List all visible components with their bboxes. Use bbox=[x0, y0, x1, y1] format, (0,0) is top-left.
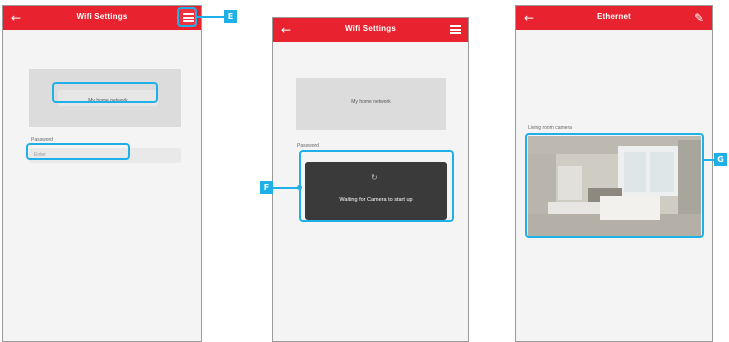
header-title: Wifi Settings bbox=[76, 12, 128, 21]
callout-box-e-field bbox=[26, 143, 130, 160]
camera-label: Living room camera bbox=[528, 125, 572, 131]
callout-tag-f: F bbox=[260, 181, 273, 194]
callout-box-e bbox=[52, 82, 158, 103]
callout-box-f bbox=[299, 150, 454, 222]
back-arrow-icon[interactable]: ← bbox=[520, 9, 538, 27]
callout-box-g bbox=[525, 133, 704, 238]
app-header: ← Wifi Settings bbox=[3, 6, 201, 30]
phone-screen-wifi-1: ← Wifi Settings My home network Password… bbox=[2, 5, 202, 342]
app-header: ← Ethernet ✎ bbox=[516, 6, 712, 30]
network-button-label: My home network bbox=[351, 99, 391, 105]
pencil-icon[interactable]: ✎ bbox=[690, 9, 708, 27]
back-arrow-icon[interactable]: ← bbox=[277, 21, 295, 39]
password-label: Password bbox=[297, 143, 319, 149]
callout-tag-e: E bbox=[224, 10, 237, 23]
callout-box-e-menu bbox=[177, 7, 197, 27]
callout-leader-f bbox=[273, 187, 299, 189]
network-panel: My home network bbox=[296, 78, 446, 130]
menu-icon bbox=[449, 25, 461, 34]
stage: ← Wifi Settings My home network Password… bbox=[0, 0, 729, 342]
callout-tag-g: G bbox=[714, 153, 727, 166]
header-title: Wifi Settings bbox=[345, 24, 396, 33]
header-title: Ethernet bbox=[596, 12, 632, 21]
app-header: ← Wifi Settings bbox=[273, 18, 468, 42]
menu-button[interactable] bbox=[446, 21, 464, 39]
callout-leader-g bbox=[704, 159, 714, 161]
back-arrow-icon[interactable]: ← bbox=[7, 9, 25, 27]
callout-leader-e bbox=[197, 16, 224, 18]
